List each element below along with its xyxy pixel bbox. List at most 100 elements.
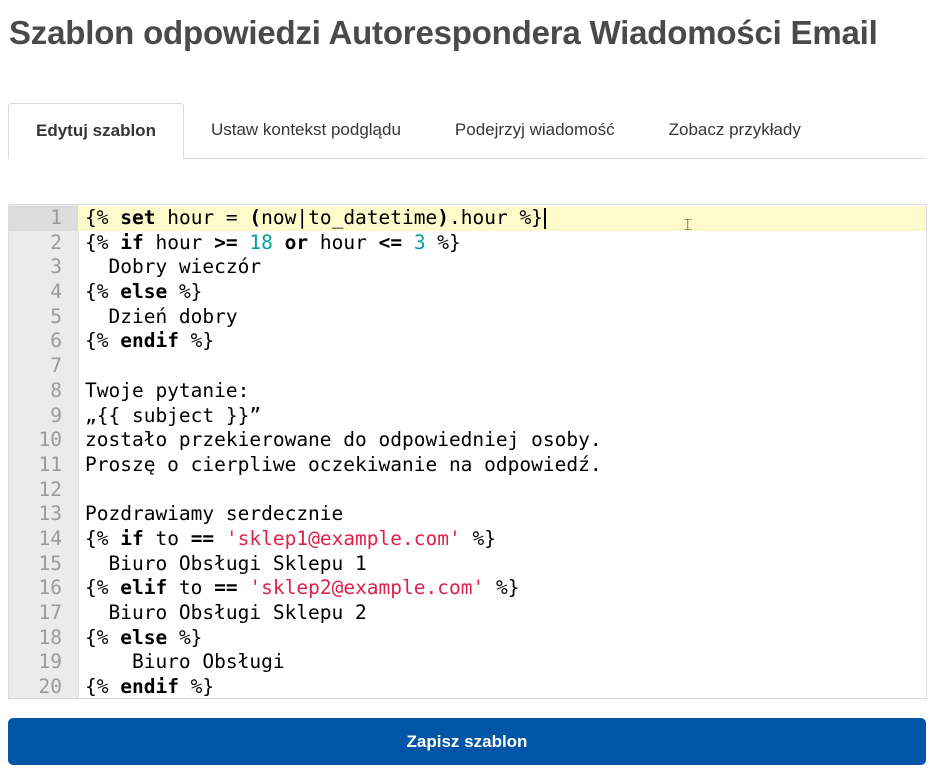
line-number: 14 (38, 526, 62, 550)
code-line[interactable]: 9 „{{ subject }}” (9, 404, 926, 429)
code-text: {% else %} (85, 626, 202, 651)
text-token: Pozdrawiamy serdecznie (85, 502, 344, 526)
line-number: 6 (50, 329, 62, 353)
code-lines[interactable]: 1 {% set hour = (now|to_datetime).hour %}… (9, 206, 926, 699)
line-number: 11 (38, 452, 62, 476)
text-token: %} (178, 329, 215, 353)
code-text: {% endif %} (85, 675, 214, 699)
code-line[interactable]: 14 {% if to == 'sklep1@example.com' %} (9, 527, 926, 552)
code-text: {% endif %} (85, 329, 214, 354)
code-text: Proszę o cierpliwe oczekiwanie na odpowi… (85, 453, 602, 478)
code-editor[interactable]: 1 {% set hour = (now|to_datetime).hour %}… (8, 204, 927, 699)
code-line[interactable]: 20 {% endif %} (9, 675, 926, 699)
code-line[interactable]: 7 (9, 354, 926, 379)
text-token: Dzień dobry (85, 304, 238, 328)
text-token: {% (85, 329, 121, 353)
line-number: 17 (38, 601, 62, 624)
keyword-token: == (214, 576, 238, 600)
code-text: {% if hour >= 18 or hour <= 3 %} (85, 231, 461, 256)
text-token: Biuro Obsługi Sklepu 2 (85, 601, 367, 624)
keyword-token: if (120, 526, 144, 550)
text-token: {% (85, 625, 121, 649)
tab-examples[interactable]: Zobacz przykłady (642, 103, 828, 157)
keyword-token: endif (120, 675, 179, 699)
keyword-token: elif (120, 576, 168, 600)
text-token: %} (484, 576, 520, 600)
text-token: hour (308, 230, 379, 254)
text-token: {% (85, 526, 121, 550)
line-number: 5 (50, 304, 62, 328)
tab-preview-message[interactable]: Podejrzyj wiadomość (428, 103, 642, 157)
line-number: 8 (50, 378, 62, 402)
line-number: 7 (50, 354, 62, 378)
line-number: 2 (50, 230, 62, 254)
code-line[interactable]: 13 Pozdrawiamy serdecznie (9, 502, 926, 527)
code-text: zostało przekierowane do odpowiedniej os… (85, 428, 602, 453)
code-text: Biuro Obsługi Sklepu 2 (85, 601, 367, 626)
keyword-token: else (120, 280, 168, 304)
code-line[interactable]: 1 {% set hour = (now|to_datetime).hour %} (9, 206, 926, 231)
text-token: „{{ subject }}” (85, 403, 262, 427)
keyword-token: endif (120, 329, 179, 353)
code-line[interactable]: 3 Dobry wieczór (9, 255, 926, 280)
code-line[interactable]: 6 {% endif %} (9, 329, 926, 354)
text-token: %} (167, 625, 203, 649)
text-token: %} (167, 280, 203, 304)
code-text: Dobry wieczór (85, 255, 261, 280)
line-number: 3 (50, 255, 62, 279)
tab-preview-context[interactable]: Ustaw kontekst podglądu (184, 103, 428, 157)
number-token: 3 (413, 230, 426, 254)
line-number: 20 (38, 675, 62, 699)
line-number: 1 (9, 206, 78, 231)
keyword-token: >= (214, 230, 238, 254)
text-token: now|to_datetime (261, 206, 438, 229)
text-token: %} (425, 230, 461, 254)
text-token: .hour %} (449, 206, 543, 229)
text-token: to (143, 526, 191, 550)
string-token: 'sklep1@example.com' (225, 526, 461, 550)
keyword-token: == (190, 526, 215, 550)
code-text: {% else %} (85, 280, 202, 305)
code-line[interactable]: 8 Twoje pytanie: (9, 379, 926, 404)
text-token: hour = (155, 206, 250, 229)
code-line[interactable]: 5 Dzień dobry (9, 305, 926, 330)
code-line[interactable]: 15 Biuro Obsługi Sklepu 1 (9, 552, 926, 577)
code-line[interactable]: 16 {% elif to == 'sklep2@example.com' %} (9, 576, 926, 601)
code-line[interactable]: 10 zostało przekierowane do odpowiedniej … (9, 428, 926, 453)
code-text: Twoje pytanie: (85, 379, 249, 404)
tab-edit-template[interactable]: Edytuj szablon (8, 103, 184, 159)
code-line[interactable]: 11 Proszę o cierpliwe oczekiwanie na odpo… (9, 453, 926, 478)
text-token: {% (85, 675, 121, 699)
keyword-token: or (284, 230, 309, 254)
line-number: 19 (38, 650, 62, 674)
keyword-token: ) (437, 206, 449, 229)
save-template-button[interactable]: Zapisz szablon (8, 718, 926, 765)
keyword-token: if (120, 230, 144, 254)
caret (543, 208, 546, 229)
line-number: 13 (38, 502, 62, 526)
code-line[interactable]: 4 {% else %} (9, 280, 926, 305)
code-line[interactable]: 2 {% if hour >= 18 or hour <= 3 %} (9, 231, 926, 256)
code-line[interactable]: 17 Biuro Obsługi Sklepu 2 (9, 601, 926, 626)
code-line[interactable]: 19 Biuro Obsługi (9, 650, 926, 675)
code-line[interactable]: 12 (9, 478, 926, 503)
line-number: 4 (50, 280, 62, 304)
text-token: Biuro Obsługi Sklepu 1 (85, 551, 367, 575)
code-line[interactable]: 18 {% else %} (9, 626, 926, 651)
text-token: to (167, 576, 215, 600)
text-token: {% (85, 230, 121, 254)
text-token: {% (85, 280, 121, 304)
text-token: Biuro Obsługi (85, 650, 285, 674)
page-title: Szablon odpowiedzi Autorespondera Wiadom… (9, 14, 878, 51)
code-text: Biuro Obsługi (85, 650, 285, 675)
code-text: {% elif to == 'sklep2@example.com' %} (85, 576, 519, 601)
keyword-token: else (120, 625, 168, 649)
number-token: 18 (249, 230, 273, 254)
code-text: „{{ subject }}” (85, 404, 261, 429)
tab-bar: Edytuj szablon Ustaw kontekst podglądu P… (8, 103, 926, 159)
text-cursor-ibeam-icon: ⌶ (683, 215, 693, 234)
